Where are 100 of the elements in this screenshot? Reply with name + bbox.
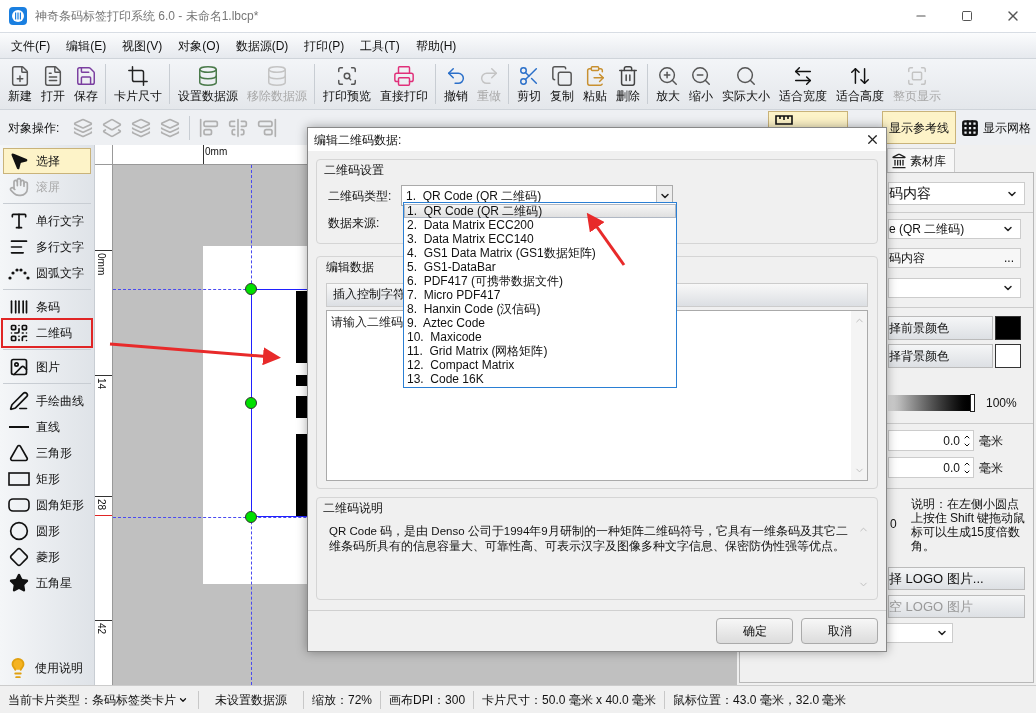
toolbar-button[interactable]: 打开 <box>36 63 69 105</box>
toolbar-button[interactable]: 卡片尺寸 <box>109 63 166 105</box>
menu-item[interactable]: 数据源(D) <box>227 36 297 55</box>
dropdown-option[interactable]: 1. QR Code (QR 二维码) <box>404 204 676 218</box>
toolbar-button[interactable]: 直接打印 <box>375 63 432 105</box>
align-right-icon[interactable] <box>257 117 278 138</box>
fullscreen-icon <box>905 65 928 87</box>
layers-icon[interactable] <box>160 117 181 138</box>
toolbar-button[interactable]: 保存 <box>69 63 102 105</box>
more-button[interactable]: ... <box>1004 249 1014 267</box>
barcode-icon <box>9 297 29 317</box>
star-icon <box>9 573 29 593</box>
toolbar-button[interactable]: 删除 <box>611 63 644 105</box>
dropdown-option[interactable]: 7. Micro PDF417 <box>404 288 676 302</box>
menu-item[interactable]: 文件(F) <box>3 36 59 55</box>
toolbar-button[interactable]: 缩小 <box>684 63 717 105</box>
insert-control-char-button[interactable]: 插入控制字符 <box>333 286 405 304</box>
dropdown-option[interactable]: 12. Compact Matrix <box>404 358 676 372</box>
toolbar-button[interactable]: 剪切 <box>512 63 545 105</box>
ruler-label: 0mm <box>205 146 228 157</box>
guide-lines-toggle-button[interactable]: 显示参考线 <box>882 111 956 144</box>
menu-item[interactable]: 编辑(E) <box>58 36 115 55</box>
tool-item[interactable]: 矩形 <box>3 466 91 492</box>
magnifier-icon <box>734 65 757 87</box>
color-button[interactable]: 择前景颜色 <box>888 316 993 340</box>
scrollbar[interactable] <box>851 311 867 480</box>
toolbar-button[interactable]: 撤销 <box>439 63 472 105</box>
empty-select[interactable] <box>888 278 1021 298</box>
logo-button[interactable]: 择 LOGO 图片... <box>888 567 1025 590</box>
tool-item[interactable]: 菱形 <box>3 544 91 570</box>
library-tab[interactable]: 素材库 <box>887 148 955 172</box>
multiline-text-icon <box>9 237 29 257</box>
tool-item[interactable]: 圆角矩形 <box>3 492 91 518</box>
layers-icon[interactable] <box>131 117 152 138</box>
help-button[interactable]: 使用说明 <box>3 655 91 681</box>
color-swatch[interactable] <box>995 344 1021 368</box>
tool-item[interactable]: 单行文字 <box>3 208 91 234</box>
layers-icon[interactable] <box>73 117 94 138</box>
dropdown-option[interactable]: 9. Aztec Code <box>404 316 676 330</box>
menu-item[interactable]: 视图(V) <box>114 36 171 55</box>
toolbar-button[interactable]: 粘贴 <box>578 63 611 105</box>
dialog-button[interactable]: 取消 <box>801 618 878 644</box>
tool-item[interactable]: 三角形 <box>3 440 91 466</box>
dropdown-option[interactable]: 13. Code 16K <box>404 372 676 386</box>
print-preview-icon <box>335 65 358 87</box>
tool-item[interactable]: 手绘曲线 <box>3 388 91 414</box>
grid-toggle-button[interactable]: 显示网格 <box>956 111 1036 144</box>
menu-item[interactable]: 对象(O) <box>170 36 228 55</box>
tool-item[interactable]: 条码 <box>3 294 91 320</box>
printer-icon <box>392 65 415 87</box>
database-icon <box>265 65 288 87</box>
tool-item[interactable]: 选择 <box>3 148 91 174</box>
layers-icon[interactable] <box>102 117 123 138</box>
dropdown-option[interactable]: 4. GS1 Data Matrix (GS1数据矩阵) <box>404 246 676 260</box>
tool-item[interactable]: 图片 <box>3 354 91 380</box>
number-spinner[interactable]: 0.0 <box>888 430 974 451</box>
toolbar-button[interactable]: 适合高度 <box>831 63 888 105</box>
card-type-dropdown[interactable]: 当前卡片类型：条码标签类卡片 <box>0 690 198 709</box>
toolbar-button[interactable]: 实际大小 <box>717 63 774 105</box>
number-spinner[interactable]: 0.0 <box>888 457 974 478</box>
color-swatch[interactable] <box>995 316 1021 340</box>
triangle-icon <box>9 443 29 463</box>
dialog-button[interactable]: 确定 <box>716 618 793 644</box>
object-bar-label: 对象操作: <box>8 119 60 137</box>
menu-item[interactable]: 工具(T) <box>352 36 408 55</box>
angle-value: 0 <box>890 516 897 533</box>
tool-item[interactable]: 圆形 <box>3 518 91 544</box>
type-select[interactable]: e (QR 二维码) <box>888 219 1021 239</box>
toolbar-button[interactable]: 放大 <box>651 63 684 105</box>
tool-item[interactable]: 圆弧文字 <box>3 260 91 286</box>
opacity-value: 100% <box>986 395 1017 412</box>
toolbar-button[interactable]: 适合宽度 <box>774 63 831 105</box>
tool-item[interactable]: 多行文字 <box>3 234 91 260</box>
opacity-slider[interactable] <box>888 395 974 411</box>
content-field[interactable]: 码内容 ... <box>888 248 1021 268</box>
dropdown-option[interactable]: 2. Data Matrix ECC200 <box>404 218 676 232</box>
source-select[interactable]: 码内容 <box>888 182 1025 205</box>
menu-item[interactable]: 打印(P) <box>296 36 353 55</box>
tool-item[interactable]: 直线 <box>3 414 91 440</box>
dropdown-option[interactable]: 10. Maxicode <box>404 330 676 344</box>
align-center-icon[interactable] <box>228 117 249 138</box>
tool-item[interactable]: 五角星 <box>3 570 91 596</box>
color-button[interactable]: 择背景颜色 <box>888 344 993 368</box>
toolbar-button[interactable]: 设置数据源 <box>173 63 242 105</box>
tool-item[interactable]: 二维码 <box>3 320 91 346</box>
close-icon <box>865 132 880 147</box>
toolbar-button[interactable]: 复制 <box>545 63 578 105</box>
close-button[interactable] <box>865 132 880 147</box>
status-text: 鼠标位置：43.0 毫米，32.0 毫米 <box>672 691 848 709</box>
slider-thumb[interactable] <box>970 394 975 412</box>
dropdown-option[interactable]: 6. PDF417 (可携带数据文件) <box>404 274 676 288</box>
dropdown-option[interactable]: 5. GS1-DataBar <box>404 260 676 274</box>
align-left-icon[interactable] <box>199 117 220 138</box>
grid-icon <box>961 118 979 137</box>
dropdown-option[interactable]: 11. Grid Matrix (网格矩阵) <box>404 344 676 358</box>
text-icon <box>9 211 29 231</box>
toolbar-button[interactable]: 新建 <box>3 63 36 105</box>
toolbar-button[interactable]: 打印预览 <box>318 63 375 105</box>
dropdown-option[interactable]: 3. Data Matrix ECC140 <box>404 232 676 246</box>
menu-item[interactable]: 帮助(H) <box>407 36 465 55</box>
